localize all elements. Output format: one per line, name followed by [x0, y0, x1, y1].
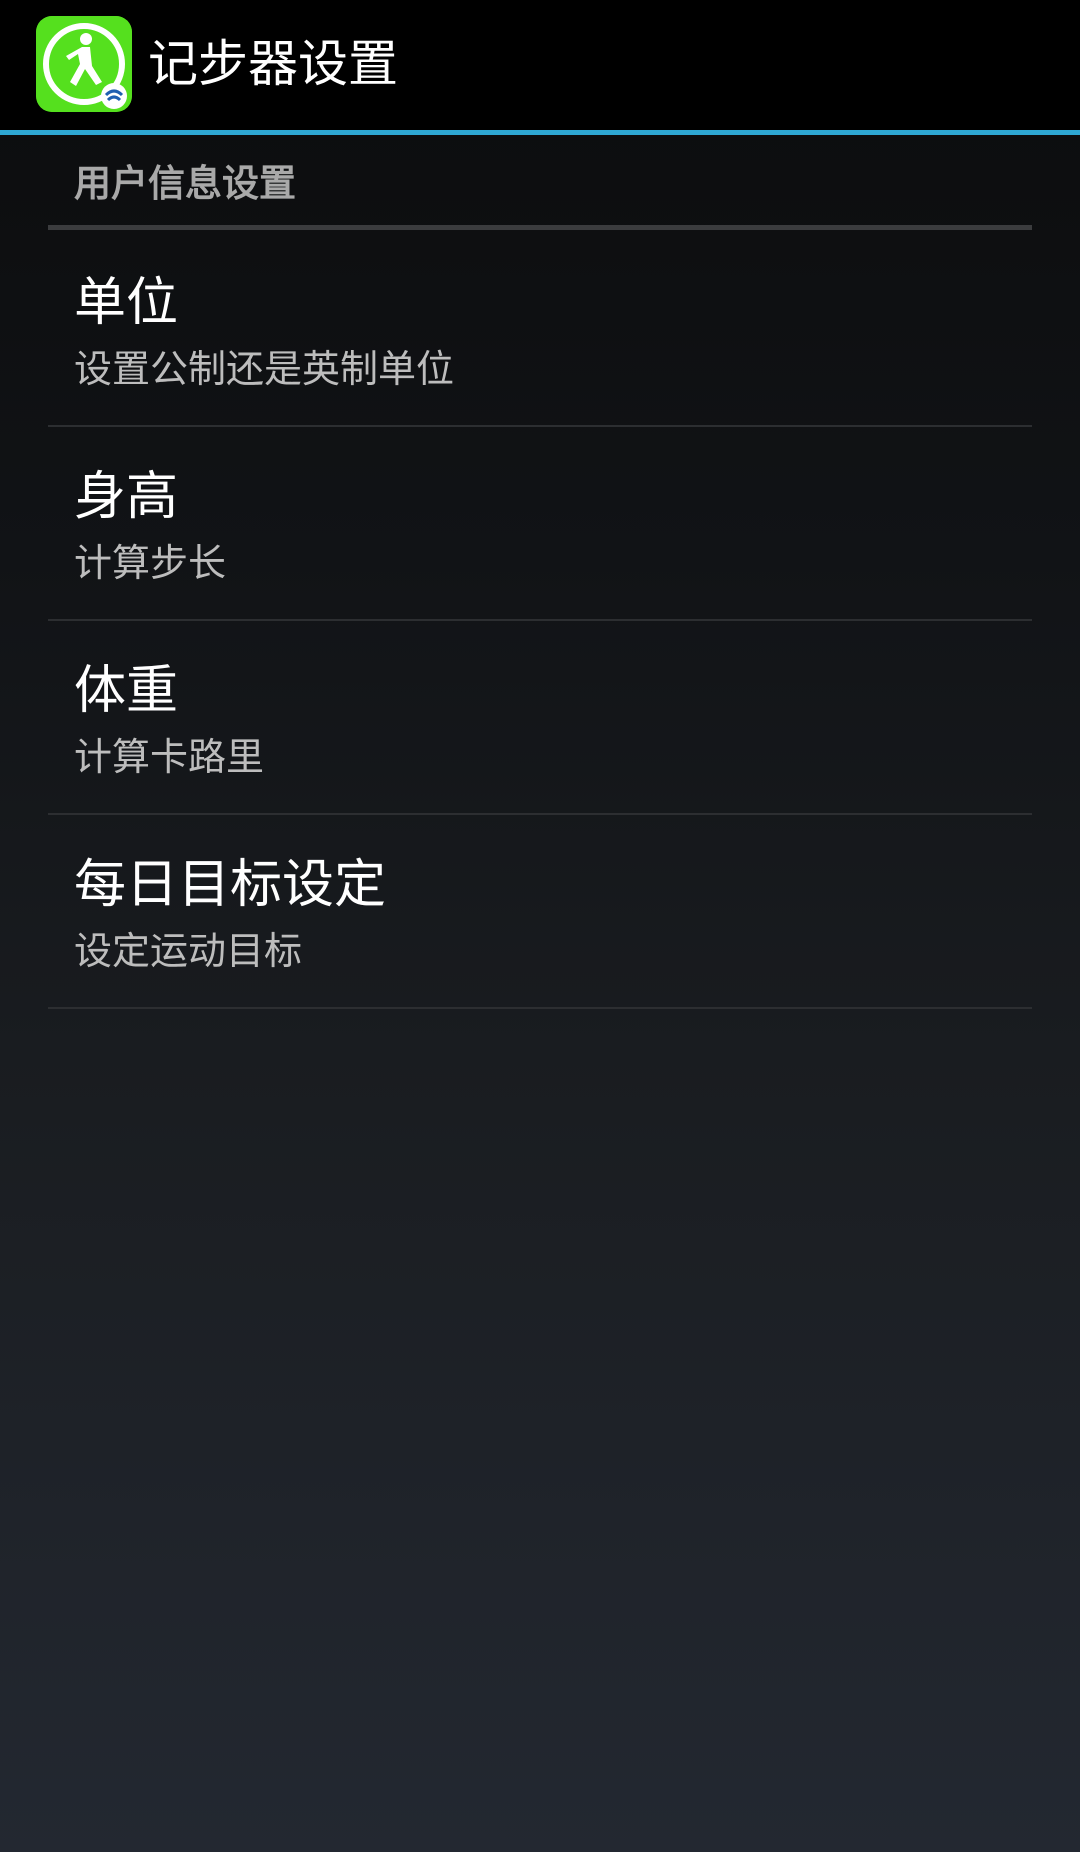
- action-bar-divider: [0, 130, 1080, 135]
- item-divider: [48, 425, 1032, 427]
- preference-summary: 设置公制还是英制单位: [74, 347, 455, 391]
- item-divider: [48, 813, 1032, 815]
- app-icon[interactable]: [36, 16, 132, 112]
- preference-title: 每日目标设定: [74, 855, 387, 915]
- preference-summary: 计算卡路里: [74, 735, 265, 779]
- section-header: 用户信息设置: [74, 162, 296, 205]
- preference-title: 体重: [74, 661, 179, 721]
- preference-item-height[interactable]: 身高 计算步长: [48, 429, 1032, 621]
- preference-summary: 计算步长: [74, 541, 227, 585]
- preference-title: 单位: [74, 273, 179, 333]
- preference-item-unit[interactable]: 单位 设置公制还是英制单位: [48, 235, 1032, 427]
- running-man-icon: [36, 16, 132, 112]
- action-bar: 记步器设置: [0, 0, 1080, 130]
- preference-summary: 设定运动目标: [74, 929, 303, 973]
- section-divider: [48, 225, 1032, 230]
- item-divider: [48, 619, 1032, 621]
- preference-item-daily-goal[interactable]: 每日目标设定 设定运动目标: [48, 817, 1032, 1009]
- page-title: 记步器设置: [148, 35, 398, 93]
- preference-title: 身高: [74, 467, 179, 527]
- preference-item-weight[interactable]: 体重 计算卡路里: [48, 623, 1032, 815]
- item-divider: [48, 1007, 1032, 1009]
